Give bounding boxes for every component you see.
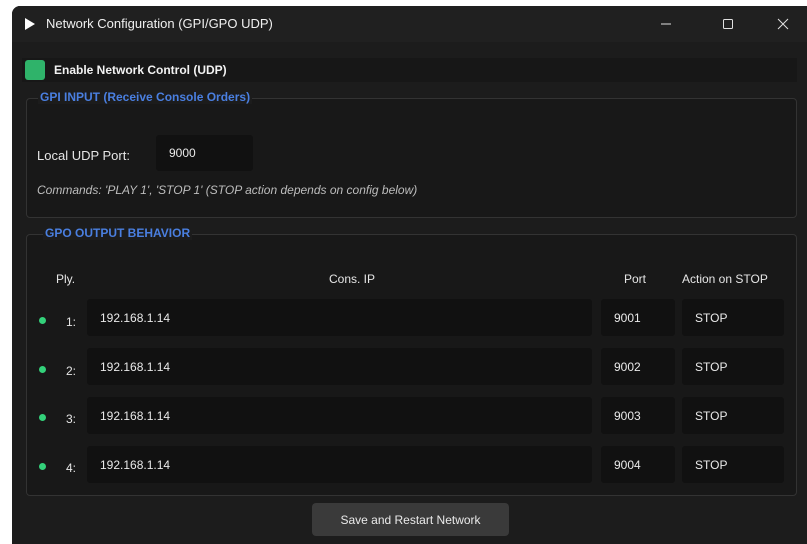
close-icon bbox=[777, 18, 789, 30]
title-bar: Network Configuration (GPI/GPO UDP) bbox=[12, 6, 807, 42]
local-udp-port-input[interactable]: 9000 bbox=[156, 135, 253, 171]
maximize-button[interactable] bbox=[705, 6, 751, 42]
minimize-icon bbox=[661, 23, 671, 25]
status-dot bbox=[39, 414, 46, 421]
minimize-button[interactable] bbox=[643, 6, 689, 42]
status-dot bbox=[39, 366, 46, 373]
close-button[interactable] bbox=[760, 6, 806, 42]
window-title: Network Configuration (GPI/GPO UDP) bbox=[46, 16, 273, 31]
cons-ip-input[interactable]: 192.168.1.14 bbox=[87, 397, 592, 434]
play-icon bbox=[24, 17, 36, 31]
status-dot bbox=[39, 463, 46, 470]
enable-network-label: Enable Network Control (UDP) bbox=[54, 63, 227, 77]
action-on-stop-input[interactable]: STOP bbox=[682, 446, 784, 483]
port-input[interactable]: 9001 bbox=[601, 299, 675, 336]
commands-hint: Commands: 'PLAY 1', 'STOP 1' (STOP actio… bbox=[37, 183, 418, 197]
enable-network-checkbox[interactable] bbox=[25, 60, 45, 80]
cons-ip-input[interactable]: 192.168.1.14 bbox=[87, 299, 592, 336]
gpi-group-title: GPI INPUT (Receive Console Orders) bbox=[38, 90, 253, 104]
cons-ip-input[interactable]: 192.168.1.14 bbox=[87, 446, 592, 483]
row-number: 2: bbox=[66, 364, 77, 378]
row-number: 4: bbox=[66, 461, 77, 475]
port-input[interactable]: 9004 bbox=[601, 446, 675, 483]
action-on-stop-input[interactable]: STOP bbox=[682, 299, 784, 336]
row-number: 3: bbox=[66, 412, 77, 426]
local-udp-port-label: Local UDP Port: bbox=[37, 148, 130, 163]
gpo-group-title: GPO OUTPUT BEHAVIOR bbox=[43, 226, 193, 240]
network-config-window: Network Configuration (GPI/GPO UDP) Enab… bbox=[12, 6, 807, 544]
column-header-port: Port bbox=[624, 272, 647, 286]
column-header-action: Action on STOP bbox=[682, 272, 768, 286]
gpi-input-group bbox=[26, 98, 797, 218]
row-number: 1: bbox=[66, 315, 77, 329]
maximize-icon bbox=[723, 19, 733, 29]
port-input[interactable]: 9003 bbox=[601, 397, 675, 434]
action-on-stop-input[interactable]: STOP bbox=[682, 348, 784, 385]
port-input[interactable]: 9002 bbox=[601, 348, 675, 385]
enable-network-row[interactable]: Enable Network Control (UDP) bbox=[22, 58, 797, 82]
column-header-cons-ip: Cons. IP bbox=[329, 272, 376, 286]
status-dot bbox=[39, 317, 46, 324]
save-and-restart-button[interactable]: Save and Restart Network bbox=[312, 503, 509, 536]
column-header-ply: Ply. bbox=[56, 272, 76, 286]
cons-ip-input[interactable]: 192.168.1.14 bbox=[87, 348, 592, 385]
action-on-stop-input[interactable]: STOP bbox=[682, 397, 784, 434]
